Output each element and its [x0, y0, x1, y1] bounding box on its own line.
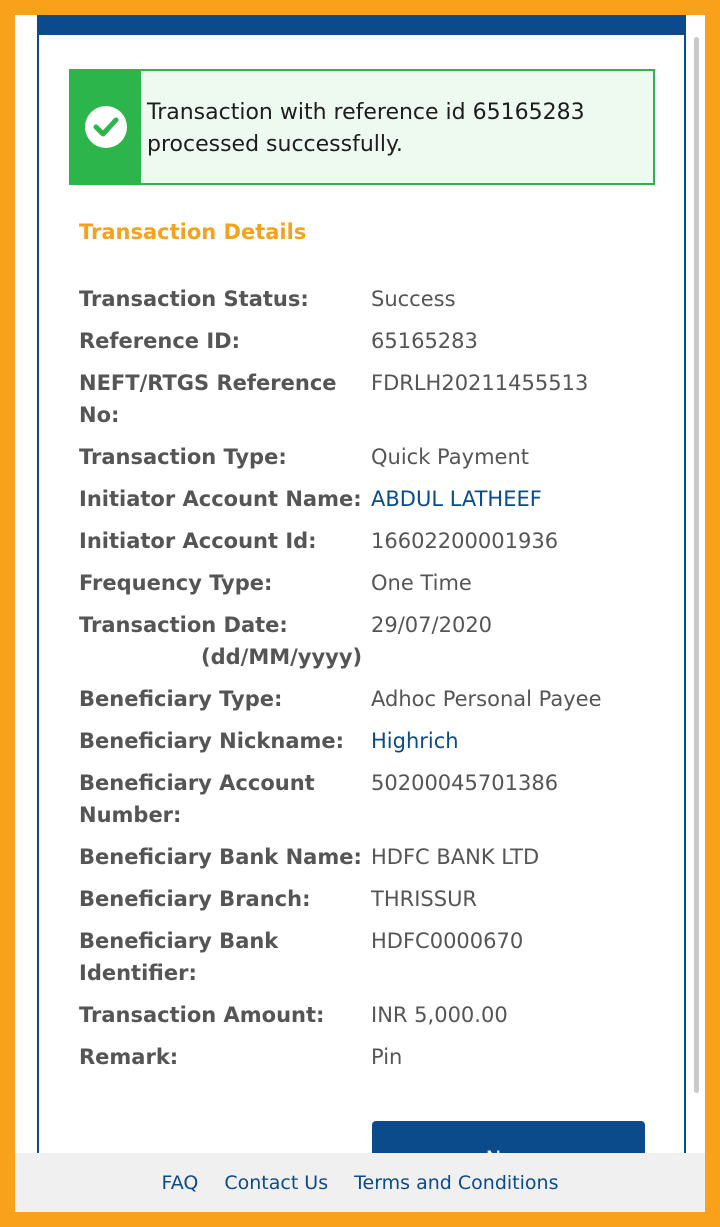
detail-label: Remark:: [79, 1045, 179, 1069]
detail-label: Transaction Amount:: [79, 1003, 325, 1027]
detail-row: Beneficiary Branch: THRISSUR: [79, 883, 659, 915]
detail-value: 65165283: [371, 329, 478, 353]
detail-row: Transaction Amount: INR 5,000.00: [79, 999, 659, 1031]
detail-row: Initiator Account Id: 16602200001936: [79, 525, 659, 557]
detail-value: Pin: [371, 1045, 403, 1069]
detail-label-main: Transaction Date:: [79, 613, 288, 637]
detail-label: Beneficiary Account Number:: [79, 771, 315, 827]
detail-row: Initiator Account Name: ABDUL LATHEEF: [79, 483, 659, 515]
detail-value: Success: [371, 287, 456, 311]
initiator-account-name-link[interactable]: ABDUL LATHEEF: [371, 483, 659, 515]
detail-label: Reference ID:: [79, 329, 240, 353]
card-header-bar: [37, 15, 686, 35]
detail-value: INR 5,000.00: [371, 1003, 508, 1027]
detail-label: Beneficiary Bank Identifier:: [79, 929, 279, 985]
beneficiary-nickname-link[interactable]: Highrich: [371, 725, 659, 757]
success-alert: Transaction with reference id 65165283 p…: [69, 69, 655, 185]
detail-value: 16602200001936: [371, 529, 559, 553]
detail-value: One Time: [371, 571, 472, 595]
detail-row: NEFT/RTGS Reference No: FDRLH20211455513: [79, 367, 659, 431]
detail-label: Beneficiary Bank Name:: [79, 845, 362, 869]
detail-row: Beneficiary Bank Identifier: HDFC0000670: [79, 925, 659, 989]
contact-us-link[interactable]: Contact Us: [224, 1172, 328, 1194]
detail-row: Beneficiary Type: Adhoc Personal Payee: [79, 683, 659, 715]
detail-value: 50200045701386: [371, 771, 559, 795]
footer: FAQ Contact Us Terms and Conditions: [15, 1153, 705, 1212]
detail-value: HDFC BANK LTD: [371, 845, 540, 869]
detail-value: FDRLH20211455513: [371, 371, 589, 395]
detail-row: Frequency Type: One Time: [79, 567, 659, 599]
detail-label: Transaction Date: (dd/MM/yyyy): [79, 609, 371, 673]
detail-row: Beneficiary Bank Name: HDFC BANK LTD: [79, 841, 659, 873]
detail-label: Frequency Type:: [79, 571, 273, 595]
alert-icon-box: [71, 71, 141, 183]
detail-value: Quick Payment: [371, 445, 529, 469]
detail-value: 29/07/2020: [371, 613, 493, 637]
date-format-hint: (dd/MM/yyyy): [201, 645, 363, 669]
detail-value: THRISSUR: [371, 887, 478, 911]
detail-row: Reference ID: 65165283: [79, 325, 659, 357]
detail-value: HDFC0000670: [371, 929, 524, 953]
details-list: Transaction Status: Success Reference ID…: [79, 283, 659, 1083]
detail-row: Transaction Date: (dd/MM/yyyy) 29/07/202…: [79, 609, 659, 673]
section-title: Transaction Details: [79, 220, 307, 244]
terms-link[interactable]: Terms and Conditions: [354, 1172, 558, 1194]
detail-label: NEFT/RTGS Reference No:: [79, 371, 337, 427]
detail-label: Initiator Account Name:: [79, 487, 362, 511]
detail-row: Beneficiary Account Number: 502000457013…: [79, 767, 659, 831]
transaction-card: Transaction with reference id 65165283 p…: [37, 15, 686, 1212]
detail-row: Transaction Status: Success: [79, 283, 659, 315]
detail-label: Beneficiary Type:: [79, 687, 283, 711]
scrollbar[interactable]: [694, 37, 699, 1093]
detail-label: Transaction Type:: [79, 445, 287, 469]
detail-label: Initiator Account Id:: [79, 529, 317, 553]
detail-label: Beneficiary Branch:: [79, 887, 311, 911]
detail-row: Transaction Type: Quick Payment: [79, 441, 659, 473]
detail-label: Transaction Status:: [79, 287, 309, 311]
detail-value: Adhoc Personal Payee: [371, 687, 602, 711]
alert-message: Transaction with reference id 65165283 p…: [147, 100, 585, 157]
app-frame: Transaction with reference id 65165283 p…: [15, 15, 705, 1212]
detail-row: Remark: Pin: [79, 1041, 659, 1073]
detail-label: Beneficiary Nickname:: [79, 729, 345, 753]
check-circle-icon: [85, 106, 127, 148]
detail-row: Beneficiary Nickname: Highrich: [79, 725, 659, 757]
faq-link[interactable]: FAQ: [162, 1172, 199, 1194]
